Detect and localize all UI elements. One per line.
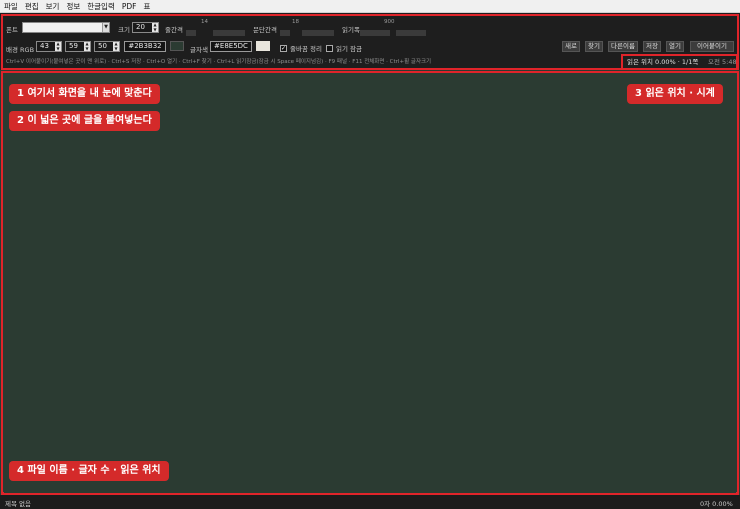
append-button[interactable]: 이어붙이기 xyxy=(690,41,734,52)
menu-pdf[interactable]: PDF xyxy=(122,2,137,11)
bg-blue-value: 50 xyxy=(98,42,107,50)
bg-rgb-label: 배경 RGB xyxy=(6,46,35,54)
file-name: 제목 없음 xyxy=(5,500,31,508)
size-spinbox[interactable]: 20 ▲ ▼ xyxy=(132,22,159,33)
chevron-down-icon[interactable]: ▼ xyxy=(102,23,109,32)
reading-position: 읽은 위치 0.00% · 1/1쪽 xyxy=(627,58,699,66)
bg-green-spinbox[interactable]: 59 ▲ ▼ xyxy=(65,41,91,52)
menu-edit[interactable]: 편집 xyxy=(25,1,39,12)
bg-red-spinbox[interactable]: 43 ▲ ▼ xyxy=(36,41,62,52)
paragraph-spacing-label: 문단간격 xyxy=(253,26,277,34)
paragraph-spacing-value: 18 xyxy=(292,19,299,25)
bg-blue-spinbox[interactable]: 50 ▲ ▼ xyxy=(94,41,120,52)
line-spacing-label: 줄간격 xyxy=(165,26,183,34)
bg-green-value: 59 xyxy=(69,42,78,50)
bg-hex-value: #2B3B32 xyxy=(128,42,162,50)
size-label: 크기 xyxy=(118,26,130,34)
text-hex-field[interactable]: #E8E5DC xyxy=(210,41,252,52)
annotation-1: 1 여기서 화면을 내 눈에 맞춘다 xyxy=(9,84,160,104)
read-lock-checkbox[interactable]: 읽기 잠금 xyxy=(326,43,362,53)
line-spacing-value: 14 xyxy=(201,19,208,25)
size-value: 20 xyxy=(136,23,145,31)
menu-info[interactable]: 정보 xyxy=(66,1,80,12)
annotation-4: 4 파일 이름 · 글자 수 · 읽은 위치 xyxy=(9,461,169,481)
spin-arrows-icon[interactable]: ▲ ▼ xyxy=(55,41,61,51)
spin-arrows-icon[interactable]: ▲ ▼ xyxy=(113,41,119,51)
font-select[interactable]: ▼ xyxy=(22,22,110,33)
menu-bar: 파일 편집 보기 정보 한글입력 PDF 표 xyxy=(0,0,740,13)
read-width-slider-left[interactable] xyxy=(360,30,390,36)
spin-arrows-icon[interactable]: ▲ ▼ xyxy=(84,41,90,51)
text-color-swatch[interactable] xyxy=(256,41,270,51)
line-spacing-slider-left[interactable] xyxy=(186,30,196,36)
text-editor-area[interactable] xyxy=(4,73,736,493)
text-hex-value: #E8E5DC xyxy=(214,42,248,50)
shortcut-hints: Ctrl+V 이어붙이기(붙여넣은 곳이 맨 위로) · Ctrl+S 저장 ·… xyxy=(6,59,432,65)
text-color-label: 글자색 xyxy=(190,46,208,54)
bg-red-value: 43 xyxy=(40,42,49,50)
new-button[interactable]: 새로 xyxy=(562,41,580,52)
bg-color-swatch[interactable] xyxy=(170,41,184,51)
settings-panel: 폰트 ▼ 크기 20 ▲ ▼ 줄간격 14 문단간격 18 읽기폭 900 배경 … xyxy=(0,13,740,70)
line-spacing-slider[interactable] xyxy=(213,30,245,36)
font-label: 폰트 xyxy=(6,26,18,34)
checkbox-empty-icon[interactable] xyxy=(326,44,333,52)
read-width-value: 900 xyxy=(384,19,395,25)
annotation-3: 3 읽은 위치 · 시계 xyxy=(627,84,723,104)
find-button[interactable]: 찾기 xyxy=(585,41,603,52)
wrap-checkbox[interactable]: ✓ 줄바꿈 정리 xyxy=(280,43,322,53)
paragraph-spacing-slider[interactable] xyxy=(302,30,334,36)
save-as-button[interactable]: 다른이름 xyxy=(608,41,638,52)
paragraph-spacing-slider-left[interactable] xyxy=(280,30,290,36)
read-lock-label: 읽기 잠금 xyxy=(336,45,362,53)
read-width-slider[interactable] xyxy=(396,30,426,36)
open-button[interactable]: 열기 xyxy=(666,41,684,52)
char-count-progress: 0자 0.00% xyxy=(700,500,733,508)
wrap-label: 줄바꿈 정리 xyxy=(290,45,322,53)
status-bar: 제목 없음 0자 0.00% xyxy=(0,495,740,509)
menu-view[interactable]: 보기 xyxy=(46,1,60,12)
read-width-label: 읽기폭 xyxy=(342,26,360,34)
annotation-2: 2 이 넓은 곳에 글을 붙여넣는다 xyxy=(9,111,160,131)
menu-hangul-input[interactable]: 한글입력 xyxy=(87,1,115,12)
bg-hex-field[interactable]: #2B3B32 xyxy=(124,41,166,52)
checkmark-icon[interactable]: ✓ xyxy=(280,44,287,52)
menu-table[interactable]: 표 xyxy=(143,1,150,12)
menu-file[interactable]: 파일 xyxy=(4,1,18,12)
spin-arrows-icon[interactable]: ▲ ▼ xyxy=(152,22,158,32)
clock: 오전 5:48 xyxy=(708,58,737,66)
save-button[interactable]: 저장 xyxy=(643,41,661,52)
